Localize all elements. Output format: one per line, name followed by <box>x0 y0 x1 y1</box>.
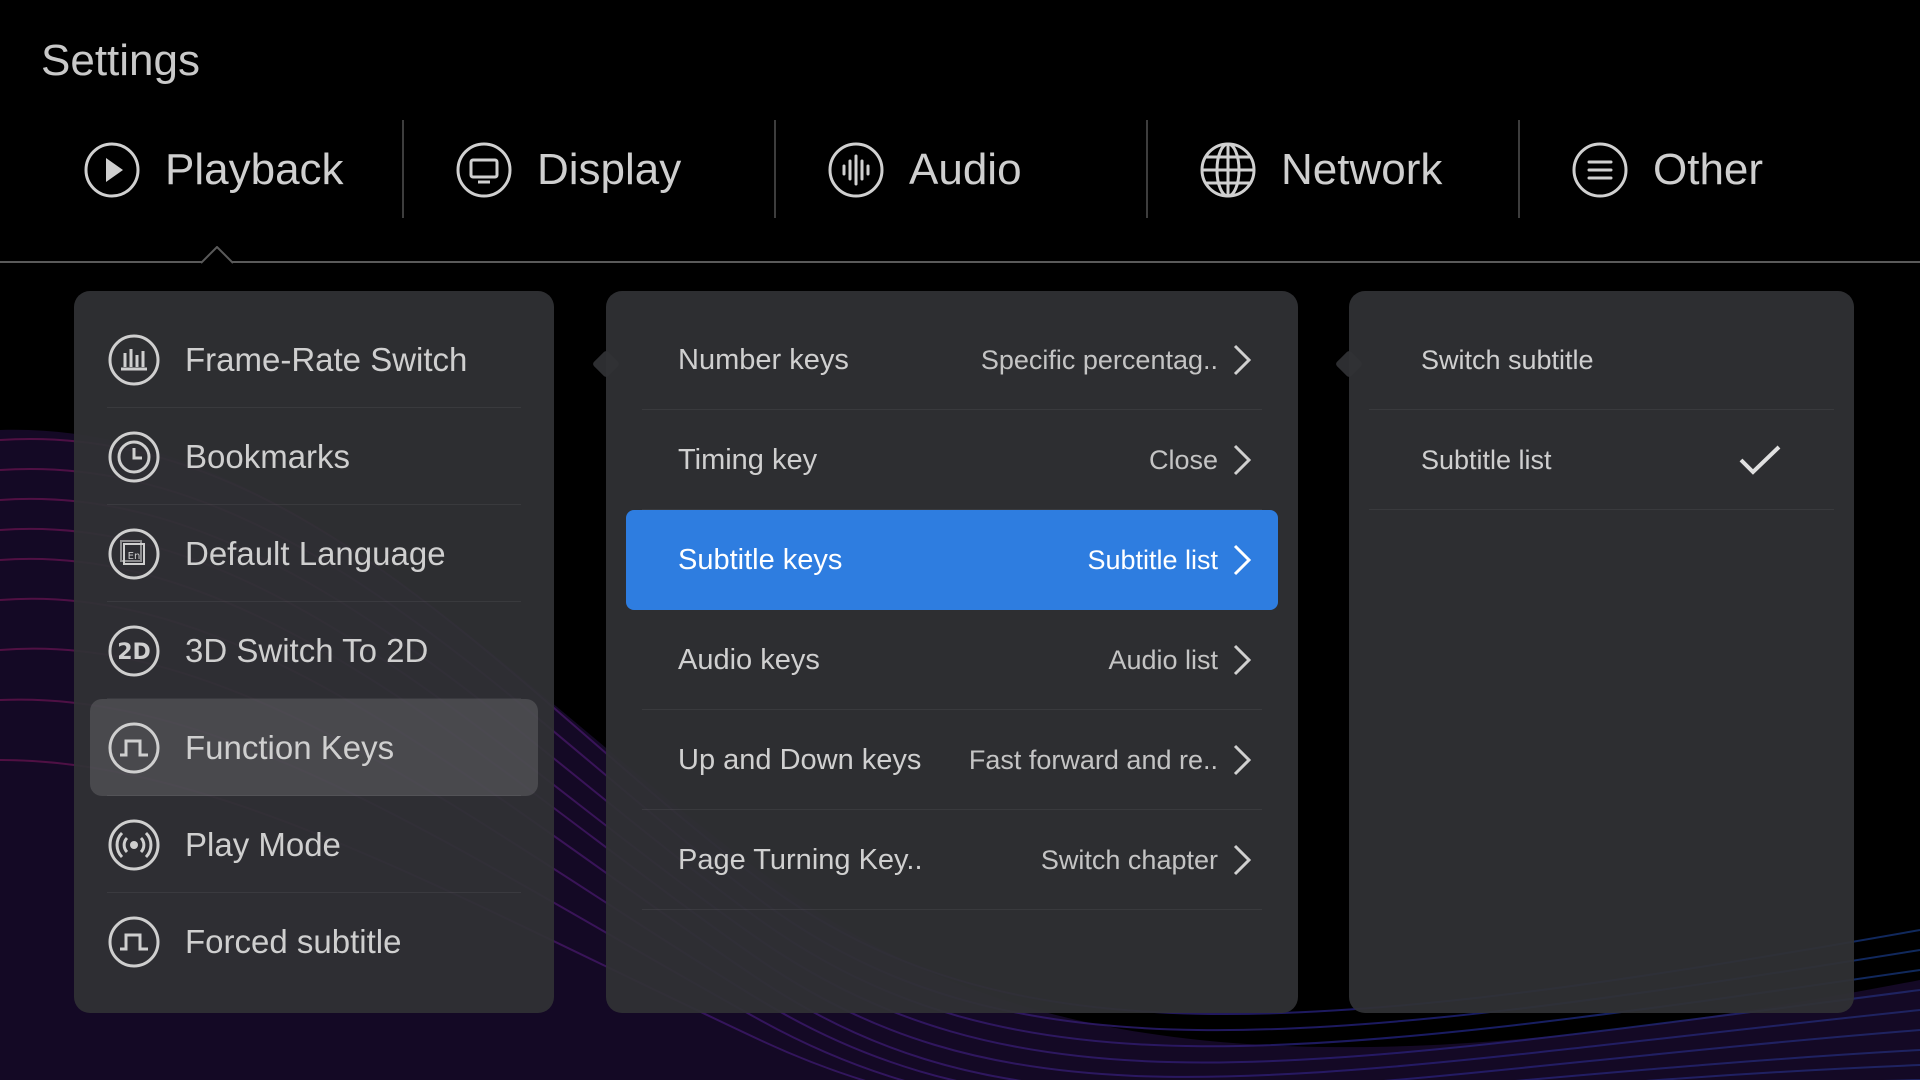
tab-label: Other <box>1653 145 1764 194</box>
tab-audio[interactable]: Audio <box>774 118 1146 222</box>
category-tabs: Playback Display Audio Network Other <box>30 118 1890 222</box>
option-subtitle-list[interactable]: Subtitle list <box>1369 410 1834 510</box>
chevron-right-icon <box>1233 544 1252 576</box>
key-row-audio-keys[interactable]: Audio keys Audio list <box>626 610 1278 710</box>
key-label: Up and Down keys <box>678 743 922 776</box>
play-circle-icon <box>84 142 140 198</box>
2d-badge-icon: 2D <box>108 625 160 676</box>
key-row-timing-key[interactable]: Timing key Close <box>626 410 1278 510</box>
key-value: Audio list <box>1108 644 1218 675</box>
tab-playback[interactable]: Playback <box>30 118 402 222</box>
key-value: Subtitle list <box>1087 544 1218 575</box>
menu-lines-icon <box>1572 142 1628 198</box>
key-label: Number keys <box>678 343 849 376</box>
svg-text:2D: 2D <box>117 640 151 665</box>
key-value: Switch chapter <box>1040 844 1218 875</box>
option-label: Subtitle list <box>1421 444 1552 475</box>
pulse-wave-icon <box>108 722 160 773</box>
tab-other[interactable]: Other <box>1518 118 1890 222</box>
tab-label: Network <box>1281 145 1443 194</box>
menu-item-label: Play Mode <box>185 825 341 863</box>
menu-item-play-mode[interactable]: Play Mode <box>90 796 538 893</box>
tab-divider-line <box>0 261 1920 263</box>
option-switch-subtitle[interactable]: Switch subtitle <box>1369 310 1834 410</box>
chevron-right-icon <box>1233 644 1252 676</box>
page-title: Settings <box>41 36 200 85</box>
menu-item-default-language[interactable]: En Default Language <box>90 505 538 602</box>
checkmark-icon <box>1739 445 1781 475</box>
bar-chart-icon <box>108 334 160 385</box>
tab-label: Display <box>537 145 682 194</box>
menu-item-label: Forced subtitle <box>185 922 402 960</box>
broadcast-icon <box>108 819 160 870</box>
key-row-number-keys[interactable]: Number keys Specific percentag.. <box>626 310 1278 410</box>
menu-item-label: 3D Switch To 2D <box>185 631 429 669</box>
menu-item-label: Function Keys <box>185 728 395 766</box>
key-row-up-and-down-keys[interactable]: Up and Down keys Fast forward and re.. <box>626 710 1278 810</box>
menu-item-bookmarks[interactable]: Bookmarks <box>90 408 538 505</box>
language-en-icon: En <box>108 528 160 579</box>
key-value: Specific percentag.. <box>980 344 1218 375</box>
menu-item-label: Default Language <box>185 534 446 572</box>
menu-item-function-keys[interactable]: Function Keys <box>90 699 538 796</box>
chevron-right-icon <box>1233 844 1252 876</box>
key-label: Audio keys <box>678 643 820 676</box>
key-row-page-turning-key[interactable]: Page Turning Key.. Switch chapter <box>626 810 1278 910</box>
menu-item-label: Bookmarks <box>185 437 351 475</box>
audio-wave-icon <box>828 142 884 198</box>
tab-label: Audio <box>909 145 1022 194</box>
key-value: Close <box>1148 444 1218 475</box>
monitor-icon <box>456 142 512 198</box>
option-label: Switch subtitle <box>1421 344 1594 375</box>
menu-item-3d-switch-to-2d[interactable]: 2D 3D Switch To 2D <box>90 602 538 699</box>
chevron-right-icon <box>1233 444 1252 476</box>
menu-item-label: Frame-Rate Switch <box>185 340 468 378</box>
pulse-wave-icon <box>108 916 160 967</box>
active-tab-caret-icon <box>201 246 233 264</box>
svg-text:En: En <box>128 551 141 562</box>
function-keys-panel: Number keys Specific percentag.. Timing … <box>606 291 1298 1013</box>
tab-label: Playback <box>165 145 344 194</box>
key-label: Subtitle keys <box>678 543 843 576</box>
chevron-right-icon <box>1233 744 1252 776</box>
key-label: Page Turning Key.. <box>678 843 923 876</box>
clock-icon <box>108 431 160 482</box>
subtitle-options-panel: Switch subtitle Subtitle list <box>1349 291 1854 1013</box>
menu-item-forced-subtitle[interactable]: Forced subtitle <box>90 893 538 990</box>
key-label: Timing key <box>678 443 818 476</box>
playback-menu-panel: Frame-Rate Switch Bookmarks En Default L… <box>74 291 554 1013</box>
chevron-right-icon <box>1233 344 1252 376</box>
tab-network[interactable]: Network <box>1146 118 1518 222</box>
tab-display[interactable]: Display <box>402 118 774 222</box>
menu-item-frame-rate-switch[interactable]: Frame-Rate Switch <box>90 311 538 408</box>
globe-icon <box>1200 142 1256 198</box>
key-value: Fast forward and re.. <box>968 744 1218 775</box>
key-row-subtitle-keys[interactable]: Subtitle keys Subtitle list <box>626 510 1278 610</box>
